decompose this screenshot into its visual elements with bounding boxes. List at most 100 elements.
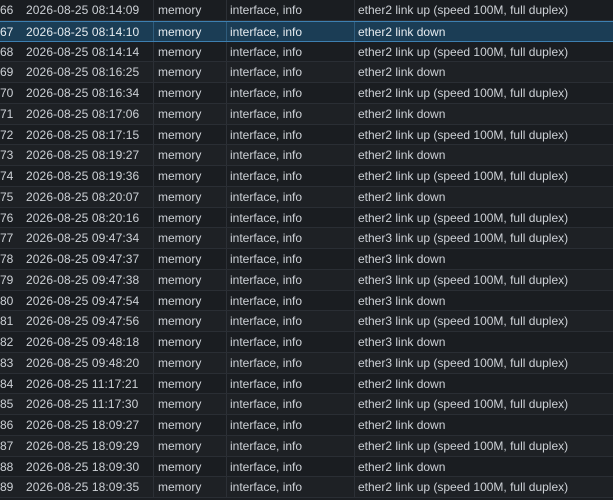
column-divider [354, 166, 355, 186]
log-row-number: 71 [0, 106, 14, 121]
log-row[interactable]: 66 2026-08-25 08:14:09 memory interface, in… [0, 0, 613, 21]
log-row-message: ether2 link down [358, 376, 446, 391]
log-row-topics: interface, info [230, 210, 303, 225]
log-row[interactable]: 76 2026-08-25 08:20:16 memory interface, in… [0, 207, 613, 229]
column-divider [226, 415, 227, 435]
column-divider [354, 435, 355, 456]
log-row-buffer: memory [158, 397, 202, 412]
column-divider [226, 332, 227, 352]
log-row-topics: interface, info [230, 65, 303, 80]
log-row-message: ether3 link up (speed 100M, full duplex) [358, 355, 569, 370]
log-row-topics: interface, info [230, 376, 303, 391]
log-row-topics: interface, info [230, 293, 303, 308]
column-divider [153, 228, 154, 248]
log-row-buffer: memory [158, 438, 202, 453]
log-row[interactable]: 69 2026-08-25 08:16:25 memory interface, in… [0, 62, 613, 83]
log-table: 66 2026-08-25 08:14:09 memory interface, in… [0, 0, 613, 500]
log-row[interactable]: 71 2026-08-25 08:17:06 memory interface, in… [0, 103, 613, 125]
log-row-time: 2026-08-25 08:14:10 [26, 24, 140, 39]
log-row-message: ether2 link up (speed 100M, full duplex) [358, 169, 569, 183]
log-row[interactable]: 84 2026-08-25 11:17:21 memory interface, in… [0, 373, 613, 395]
column-divider [226, 103, 227, 124]
log-row-topics: interface, info [230, 459, 303, 474]
log-row-number: 80 [0, 293, 14, 308]
log-row-buffer: memory [158, 169, 202, 183]
log-row-buffer: memory [158, 272, 202, 287]
log-row[interactable]: 74 2026-08-25 08:19:36 memory interface, in… [0, 166, 613, 187]
log-row[interactable]: 85 2026-08-25 11:17:30 memory interface, in… [0, 394, 613, 415]
log-row-message: ether2 link up (speed 100M, full duplex) [358, 3, 569, 17]
column-divider [354, 249, 355, 269]
log-row[interactable]: 79 2026-08-25 09:47:38 memory interface, in… [0, 269, 613, 291]
log-row-time: 2026-08-25 11:17:30 [26, 397, 139, 412]
log-row-time: 2026-08-25 09:48:20 [26, 355, 140, 370]
log-row[interactable]: 88 2026-08-25 18:09:30 memory interface, in… [0, 456, 613, 478]
column-divider [153, 186, 154, 207]
log-row[interactable]: 87 2026-08-25 18:09:29 memory interface, in… [0, 435, 613, 457]
log-row[interactable]: 83 2026-08-25 09:48:20 memory interface, in… [0, 352, 613, 374]
column-divider [226, 477, 227, 497]
log-row[interactable]: 78 2026-08-25 09:47:37 memory interface, in… [0, 249, 613, 270]
log-row[interactable]: 68 2026-08-25 08:14:14 memory interface, in… [0, 41, 613, 63]
column-divider [153, 145, 154, 165]
log-row-buffer: memory [158, 24, 202, 39]
log-row-number: 87 [0, 438, 14, 453]
log-row[interactable]: 75 2026-08-25 08:20:07 memory interface, in… [0, 186, 613, 208]
log-row-buffer: memory [158, 335, 202, 349]
log-row[interactable]: 81 2026-08-25 09:47:56 memory interface, in… [0, 311, 613, 332]
log-row[interactable]: 70 2026-08-25 08:16:34 memory interface, in… [0, 83, 613, 104]
log-row[interactable]: 86 2026-08-25 18:09:27 memory interface, in… [0, 415, 613, 436]
log-row[interactable]: 89 2026-08-25 18:09:35 memory interface, in… [0, 477, 613, 498]
log-row-topics: interface, info [230, 314, 303, 329]
log-row-topics: interface, info [230, 272, 303, 287]
log-row-topics: interface, info [230, 252, 303, 266]
log-row-number: 77 [0, 231, 14, 246]
column-divider [226, 394, 227, 414]
log-row[interactable]: 73 2026-08-25 08:19:27 memory interface, in… [0, 145, 613, 166]
column-divider [153, 41, 154, 62]
column-divider [354, 228, 355, 248]
log-row[interactable]: 82 2026-08-25 09:48:18 memory interface, in… [0, 332, 613, 353]
log-row-number: 79 [0, 272, 14, 287]
log-row[interactable]: 77 2026-08-25 09:47:34 memory interface, in… [0, 228, 613, 249]
log-row-message: ether2 link down [358, 418, 446, 432]
column-divider [354, 62, 355, 82]
log-row-topics: interface, info [230, 418, 303, 432]
log-row-time: 2026-08-25 08:14:14 [26, 44, 140, 59]
column-divider [226, 124, 227, 145]
log-row-time: 2026-08-25 08:17:06 [26, 106, 140, 121]
log-row-message: ether3 link up (speed 100M, full duplex) [358, 272, 569, 287]
log-row-buffer: memory [158, 480, 202, 495]
column-divider [153, 373, 154, 394]
column-divider [354, 415, 355, 435]
column-divider [153, 332, 154, 352]
column-divider [226, 435, 227, 456]
column-divider [226, 352, 227, 373]
column-divider [226, 145, 227, 165]
column-divider [153, 456, 154, 477]
log-row-number: 66 [0, 3, 14, 17]
log-row-time: 2026-08-25 18:09:30 [26, 459, 140, 474]
log-row-time: 2026-08-25 08:19:36 [26, 169, 140, 183]
log-row-topics: interface, info [230, 189, 303, 204]
column-divider [354, 186, 355, 207]
log-row-buffer: memory [158, 418, 202, 432]
column-divider [226, 456, 227, 477]
column-divider [354, 290, 355, 311]
column-divider [153, 435, 154, 456]
log-row-buffer: memory [158, 459, 202, 474]
column-divider [153, 21, 154, 41]
log-row[interactable]: 67 2026-08-25 08:14:10 memory interface, in… [0, 20, 613, 42]
log-row-buffer: memory [158, 127, 202, 142]
column-divider [354, 332, 355, 352]
column-divider [226, 207, 227, 228]
log-row-message: ether2 link up (speed 100M, full duplex) [358, 210, 569, 225]
log-row-topics: interface, info [230, 86, 303, 100]
log-row-number: 81 [0, 314, 14, 329]
log-row-message: ether3 link down [358, 335, 446, 349]
log-row[interactable]: 72 2026-08-25 08:17:15 memory interface, in… [0, 124, 613, 146]
column-divider [354, 103, 355, 124]
log-row-time: 2026-08-25 08:20:07 [26, 189, 140, 204]
log-row[interactable]: 80 2026-08-25 09:47:54 memory interface, in… [0, 290, 613, 312]
log-row-buffer: memory [158, 148, 202, 163]
